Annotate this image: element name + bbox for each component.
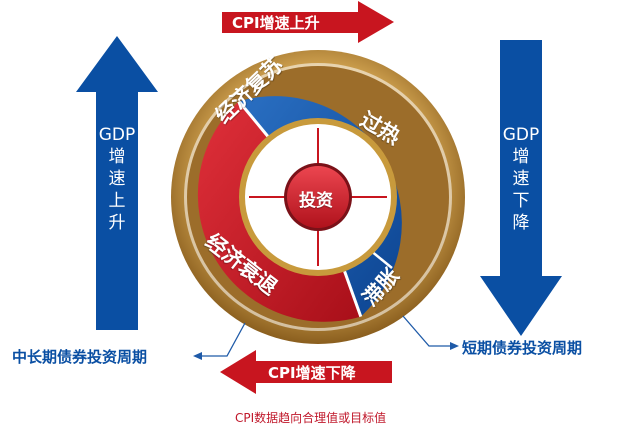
short-cycle-leader [402,315,452,347]
gdp-fall-line: 下 [512,191,530,211]
long-cycle-label: 中长期债券投资周期 [12,348,148,366]
gdp-fall-line: 降 [512,213,530,233]
long-cycle-leader [200,322,246,357]
gdp-rise-line: 增 [108,147,126,167]
cpi-fall-label: CPI增速下降 [268,364,356,382]
gdp-rise-label: GDP 增 速 上 升 [96,124,138,234]
short-cycle-label: 短期债券投资周期 [462,339,583,357]
gdp-fall-line: GDP [502,125,540,145]
center-investment-label: 投资 [299,191,333,211]
gdp-fall-label: GDP 增 速 下 降 [500,124,542,234]
gdp-fall-line: 速 [512,169,530,189]
gdp-rise-line: GDP [98,125,136,145]
gdp-rise-line: 速 [108,169,126,189]
gdp-fall-line: 增 [512,147,530,167]
gdp-rise-line: 升 [108,213,126,233]
footnote: CPI数据趋向合理值或目标值 [235,411,387,425]
cpi-rise-label: CPI增速上升 [232,14,320,32]
gdp-rise-line: 上 [108,191,126,211]
